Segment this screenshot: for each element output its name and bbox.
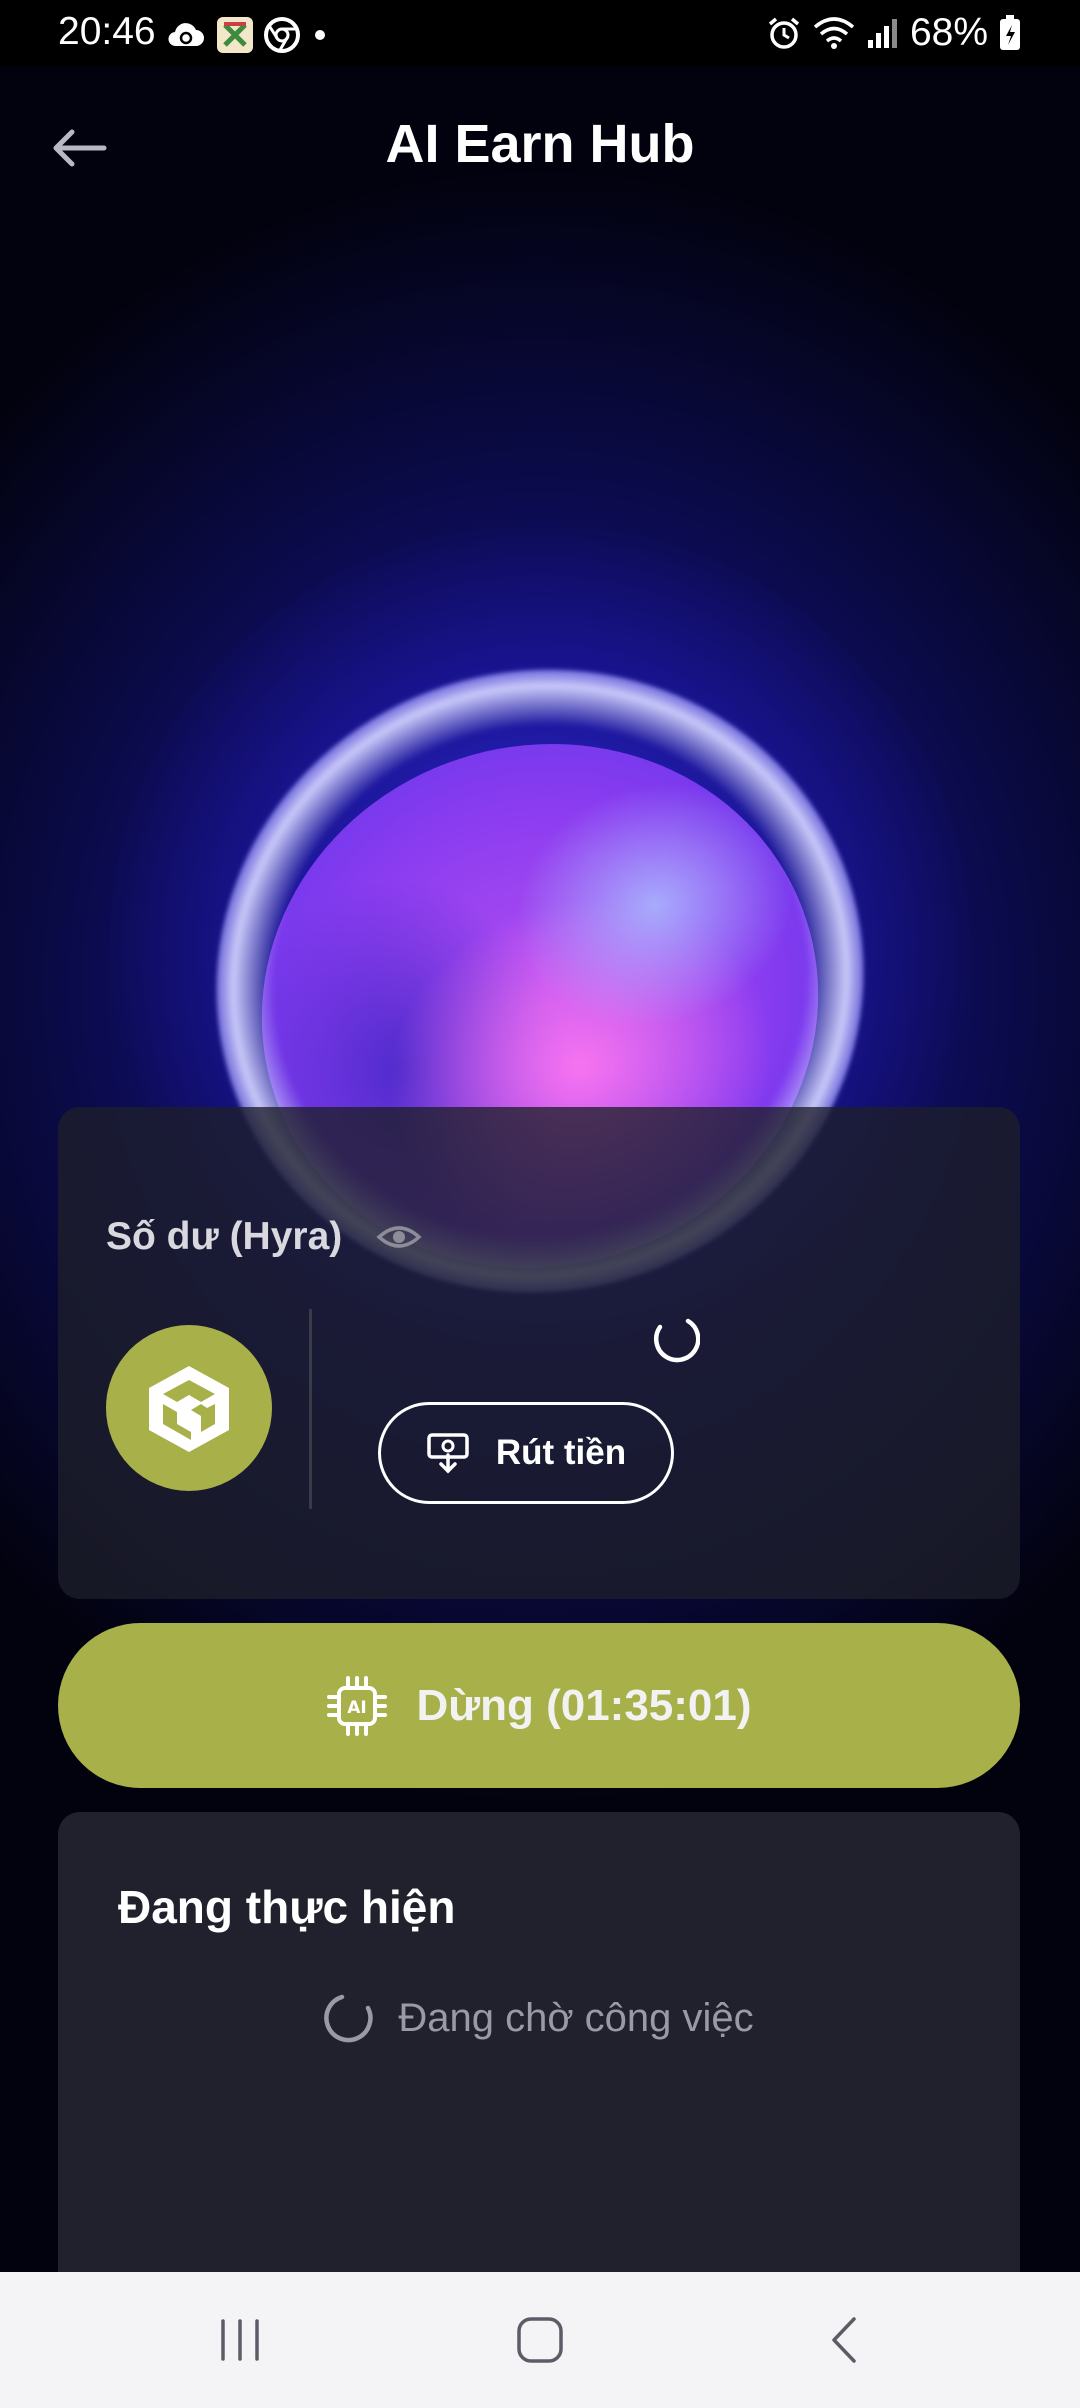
home-button[interactable] [500, 2300, 580, 2380]
system-back-button[interactable] [804, 2300, 884, 2380]
token-logo [106, 1325, 272, 1491]
status-icons-left [166, 16, 330, 54]
dot-icon [315, 30, 325, 40]
withdraw-money-icon [427, 1433, 469, 1474]
alarm-icon [768, 17, 800, 49]
withdraw-label: Rút tiền [495, 1433, 627, 1472]
wifi-icon [813, 17, 855, 49]
svg-text:AI: AI [348, 1698, 367, 1718]
ai-chip-icon: AI [327, 1675, 388, 1736]
hyra-cube-icon [149, 1366, 229, 1452]
waiting-text: Đang chờ công việc [398, 1995, 754, 2040]
balance-label: Số dư (Hyra) [106, 1215, 343, 1258]
stop-button[interactable]: AI Dừng (01:35:01) [58, 1623, 1020, 1788]
eye-icon[interactable] [376, 1217, 422, 1257]
status-bar: 20:46 68% [0, 0, 1080, 66]
cloud-sync-icon [168, 23, 204, 47]
chrome-icon [264, 17, 300, 53]
system-nav-bar [0, 2272, 1080, 2408]
recent-apps-icon [221, 2319, 259, 2361]
status-icons-right: 68% [766, 10, 1022, 56]
home-icon [517, 2317, 563, 2363]
battery-icon [1000, 15, 1020, 50]
waiting-row: Đang chờ công việc [58, 1992, 1020, 2044]
withdraw-button[interactable]: Rút tiền [378, 1402, 674, 1504]
recent-apps-button[interactable] [200, 2300, 280, 2380]
card-divider [309, 1309, 312, 1509]
progress-card: Đang thực hiện Đang chờ công việc [58, 1812, 1020, 2272]
back-icon [832, 2317, 856, 2363]
spinner-icon [324, 1994, 373, 2043]
battery-text: 68% [909, 11, 988, 54]
progress-title: Đang thực hiện [118, 1881, 456, 1933]
balance-card: Số dư (Hyra) Rút tiền [58, 1107, 1020, 1599]
spinner-icon [654, 1318, 700, 1363]
signal-icon [867, 19, 897, 48]
stop-label: Dừng (01:35:01) [416, 1680, 752, 1730]
status-time: 20:46 [58, 10, 156, 53]
page-title: AI Earn Hub [385, 114, 695, 174]
app-x-icon [217, 17, 253, 53]
